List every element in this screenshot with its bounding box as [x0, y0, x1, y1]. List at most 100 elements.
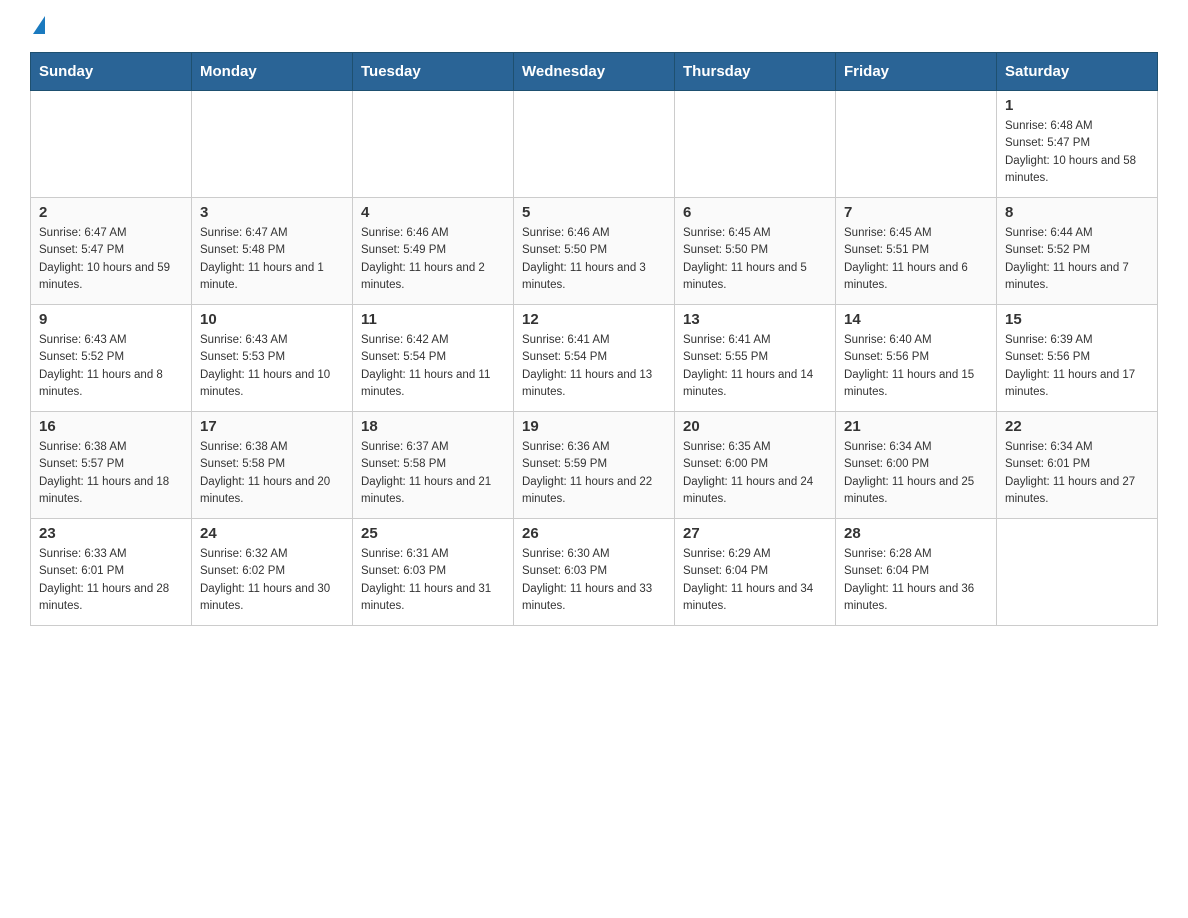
days-of-week-row: SundayMondayTuesdayWednesdayThursdayFrid… — [31, 53, 1158, 91]
calendar-cell: 16 Sunrise: 6:38 AMSunset: 5:57 PMDayligh… — [31, 412, 192, 519]
calendar-cell: 23 Sunrise: 6:33 AMSunset: 6:01 PMDayligh… — [31, 519, 192, 626]
calendar-cell: 9 Sunrise: 6:43 AMSunset: 5:52 PMDaylight… — [31, 305, 192, 412]
day-number: 2 — [39, 204, 183, 221]
day-info: Sunrise: 6:45 AMSunset: 5:50 PMDaylight:… — [683, 225, 827, 294]
day-info: Sunrise: 6:29 AMSunset: 6:04 PMDaylight:… — [683, 546, 827, 615]
day-number: 8 — [1005, 204, 1149, 221]
calendar-cell: 14Sunrise: 6:40 AMSunset: 5:56 PMDayligh… — [836, 305, 997, 412]
day-header-friday: Friday — [836, 53, 997, 91]
calendar-cell: 18 Sunrise: 6:37 AMSunset: 5:58 PMDayligh… — [353, 412, 514, 519]
day-info: Sunrise: 6:41 AMSunset: 5:54 PMDaylight:… — [522, 332, 666, 401]
day-number: 9 — [39, 311, 183, 328]
calendar-cell: 7 Sunrise: 6:45 AMSunset: 5:51 PMDaylight… — [836, 198, 997, 305]
day-info: Sunrise: 6:42 AMSunset: 5:54 PMDaylight:… — [361, 332, 505, 401]
day-number: 27 — [683, 525, 827, 542]
calendar-week-4: 16 Sunrise: 6:38 AMSunset: 5:57 PMDayligh… — [31, 412, 1158, 519]
day-number: 23 — [39, 525, 183, 542]
day-info: Sunrise: 6:28 AMSunset: 6:04 PMDaylight:… — [844, 546, 988, 615]
day-info: Sunrise: 6:43 AMSunset: 5:53 PMDaylight:… — [200, 332, 344, 401]
day-number: 3 — [200, 204, 344, 221]
calendar-body: 1 Sunrise: 6:48 AMSunset: 5:47 PMDaylight… — [31, 91, 1158, 626]
day-header-sunday: Sunday — [31, 53, 192, 91]
day-info: Sunrise: 6:47 AMSunset: 5:47 PMDaylight:… — [39, 225, 183, 294]
calendar-cell: 11 Sunrise: 6:42 AMSunset: 5:54 PMDayligh… — [353, 305, 514, 412]
logo — [30, 20, 45, 32]
day-number: 11 — [361, 311, 505, 328]
day-header-tuesday: Tuesday — [353, 53, 514, 91]
calendar-cell: 1 Sunrise: 6:48 AMSunset: 5:47 PMDaylight… — [997, 91, 1158, 198]
day-number: 4 — [361, 204, 505, 221]
calendar-week-5: 23 Sunrise: 6:33 AMSunset: 6:01 PMDayligh… — [31, 519, 1158, 626]
logo-triangle-icon — [33, 16, 45, 34]
day-number: 20 — [683, 418, 827, 435]
day-number: 1 — [1005, 97, 1149, 114]
calendar-cell: 12 Sunrise: 6:41 AMSunset: 5:54 PMDayligh… — [514, 305, 675, 412]
calendar-cell: 10 Sunrise: 6:43 AMSunset: 5:53 PMDayligh… — [192, 305, 353, 412]
day-info: Sunrise: 6:43 AMSunset: 5:52 PMDaylight:… — [39, 332, 183, 401]
day-header-thursday: Thursday — [675, 53, 836, 91]
calendar-cell: 20Sunrise: 6:35 AMSunset: 6:00 PMDayligh… — [675, 412, 836, 519]
calendar-cell: 19 Sunrise: 6:36 AMSunset: 5:59 PMDayligh… — [514, 412, 675, 519]
calendar-cell — [997, 519, 1158, 626]
calendar-cell — [836, 91, 997, 198]
logo-top — [30, 20, 45, 34]
day-info: Sunrise: 6:39 AMSunset: 5:56 PMDaylight:… — [1005, 332, 1149, 401]
day-number: 25 — [361, 525, 505, 542]
day-info: Sunrise: 6:31 AMSunset: 6:03 PMDaylight:… — [361, 546, 505, 615]
calendar-table: SundayMondayTuesdayWednesdayThursdayFrid… — [30, 52, 1158, 626]
calendar-cell: 6 Sunrise: 6:45 AMSunset: 5:50 PMDaylight… — [675, 198, 836, 305]
day-header-wednesday: Wednesday — [514, 53, 675, 91]
day-header-saturday: Saturday — [997, 53, 1158, 91]
calendar-cell: 3Sunrise: 6:47 AMSunset: 5:48 PMDaylight… — [192, 198, 353, 305]
day-number: 15 — [1005, 311, 1149, 328]
calendar-cell: 8 Sunrise: 6:44 AMSunset: 5:52 PMDaylight… — [997, 198, 1158, 305]
calendar-cell: 24 Sunrise: 6:32 AMSunset: 6:02 PMDayligh… — [192, 519, 353, 626]
calendar-cell: 5 Sunrise: 6:46 AMSunset: 5:50 PMDaylight… — [514, 198, 675, 305]
day-number: 21 — [844, 418, 988, 435]
day-number: 5 — [522, 204, 666, 221]
day-info: Sunrise: 6:41 AMSunset: 5:55 PMDaylight:… — [683, 332, 827, 401]
day-info: Sunrise: 6:34 AMSunset: 6:01 PMDaylight:… — [1005, 439, 1149, 508]
calendar-cell — [514, 91, 675, 198]
day-info: Sunrise: 6:37 AMSunset: 5:58 PMDaylight:… — [361, 439, 505, 508]
calendar-cell: 27 Sunrise: 6:29 AMSunset: 6:04 PMDayligh… — [675, 519, 836, 626]
calendar-cell: 21 Sunrise: 6:34 AMSunset: 6:00 PMDayligh… — [836, 412, 997, 519]
day-info: Sunrise: 6:34 AMSunset: 6:00 PMDaylight:… — [844, 439, 988, 508]
calendar-cell: 2 Sunrise: 6:47 AMSunset: 5:47 PMDaylight… — [31, 198, 192, 305]
day-info: Sunrise: 6:46 AMSunset: 5:50 PMDaylight:… — [522, 225, 666, 294]
calendar-header: SundayMondayTuesdayWednesdayThursdayFrid… — [31, 53, 1158, 91]
day-number: 12 — [522, 311, 666, 328]
day-header-monday: Monday — [192, 53, 353, 91]
calendar-cell — [675, 91, 836, 198]
calendar-cell: 26Sunrise: 6:30 AMSunset: 6:03 PMDayligh… — [514, 519, 675, 626]
day-number: 28 — [844, 525, 988, 542]
calendar-cell: 17 Sunrise: 6:38 AMSunset: 5:58 PMDayligh… — [192, 412, 353, 519]
day-info: Sunrise: 6:36 AMSunset: 5:59 PMDaylight:… — [522, 439, 666, 508]
day-number: 19 — [522, 418, 666, 435]
page-header — [30, 20, 1158, 32]
day-number: 18 — [361, 418, 505, 435]
day-number: 24 — [200, 525, 344, 542]
calendar-cell — [31, 91, 192, 198]
day-number: 10 — [200, 311, 344, 328]
day-number: 7 — [844, 204, 988, 221]
day-info: Sunrise: 6:38 AMSunset: 5:58 PMDaylight:… — [200, 439, 344, 508]
day-info: Sunrise: 6:44 AMSunset: 5:52 PMDaylight:… — [1005, 225, 1149, 294]
calendar-cell: 28 Sunrise: 6:28 AMSunset: 6:04 PMDayligh… — [836, 519, 997, 626]
day-info: Sunrise: 6:48 AMSunset: 5:47 PMDaylight:… — [1005, 118, 1149, 187]
day-info: Sunrise: 6:45 AMSunset: 5:51 PMDaylight:… — [844, 225, 988, 294]
day-info: Sunrise: 6:32 AMSunset: 6:02 PMDaylight:… — [200, 546, 344, 615]
day-info: Sunrise: 6:33 AMSunset: 6:01 PMDaylight:… — [39, 546, 183, 615]
calendar-cell: 4 Sunrise: 6:46 AMSunset: 5:49 PMDaylight… — [353, 198, 514, 305]
day-number: 6 — [683, 204, 827, 221]
day-number: 16 — [39, 418, 183, 435]
day-info: Sunrise: 6:46 AMSunset: 5:49 PMDaylight:… — [361, 225, 505, 294]
day-info: Sunrise: 6:38 AMSunset: 5:57 PMDaylight:… — [39, 439, 183, 508]
day-info: Sunrise: 6:30 AMSunset: 6:03 PMDaylight:… — [522, 546, 666, 615]
calendar-cell — [192, 91, 353, 198]
calendar-week-3: 9 Sunrise: 6:43 AMSunset: 5:52 PMDaylight… — [31, 305, 1158, 412]
day-info: Sunrise: 6:40 AMSunset: 5:56 PMDaylight:… — [844, 332, 988, 401]
day-number: 17 — [200, 418, 344, 435]
calendar-cell: 22Sunrise: 6:34 AMSunset: 6:01 PMDayligh… — [997, 412, 1158, 519]
calendar-week-1: 1 Sunrise: 6:48 AMSunset: 5:47 PMDaylight… — [31, 91, 1158, 198]
